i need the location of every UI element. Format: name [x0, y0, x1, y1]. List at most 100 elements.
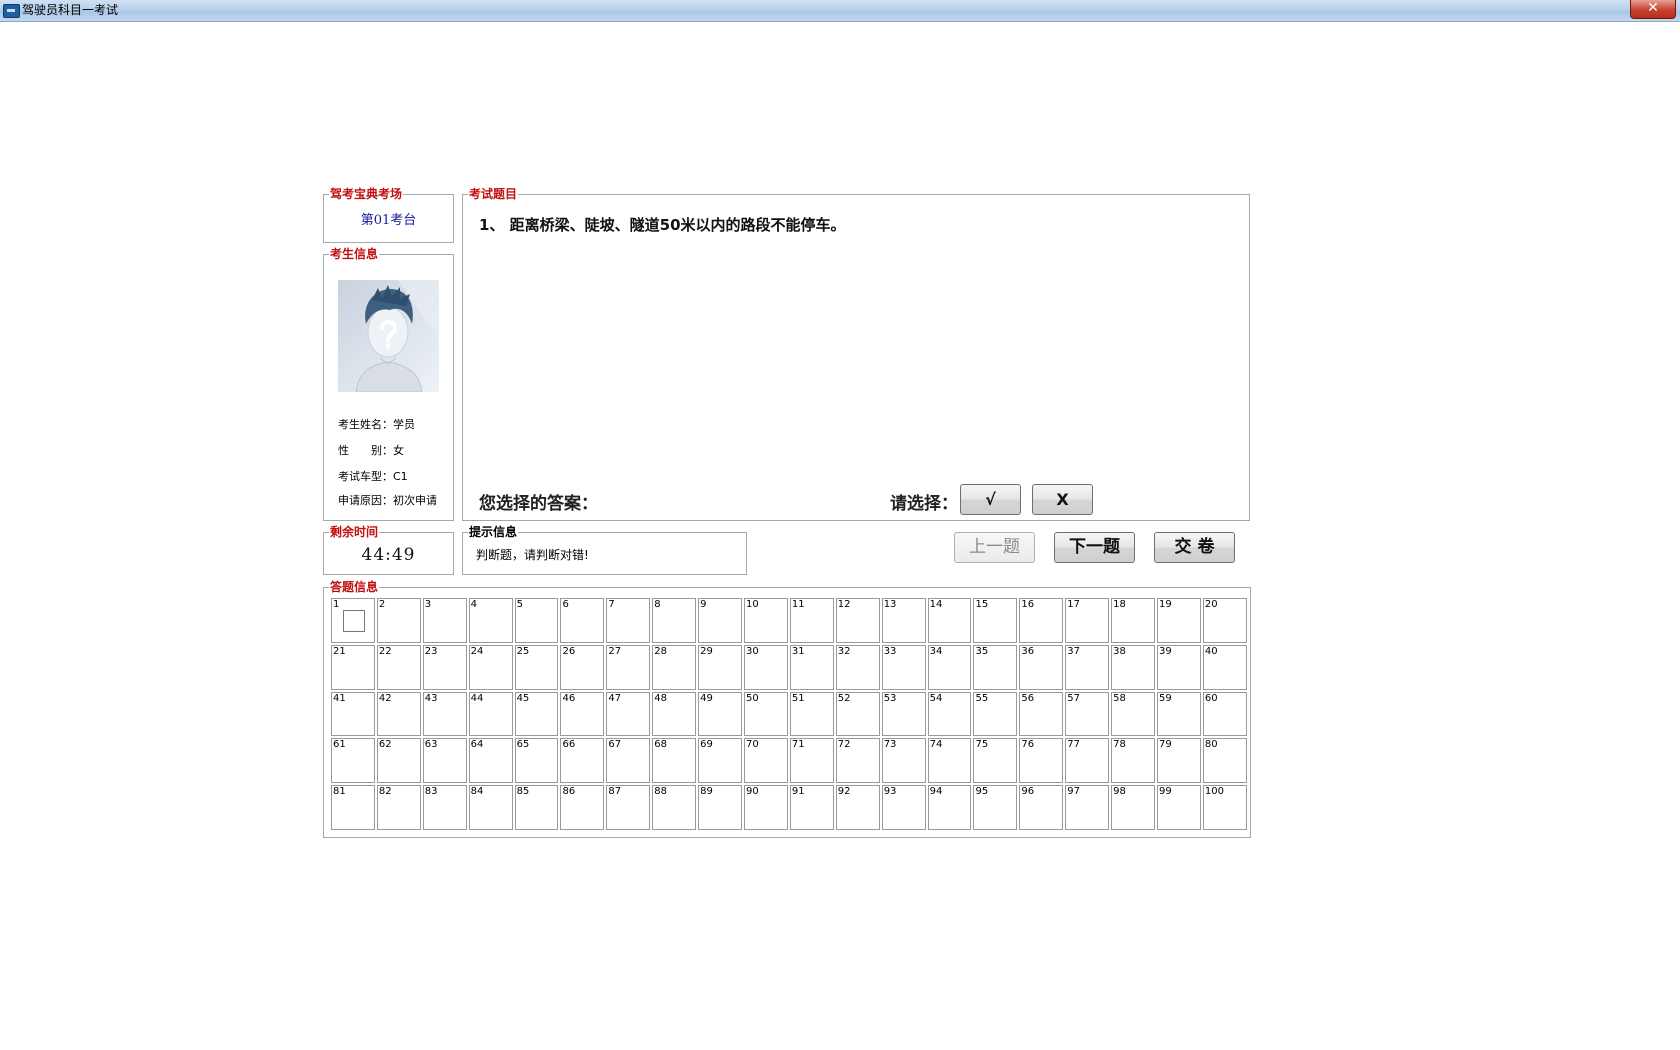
answer-cell-98[interactable]: 98: [1111, 785, 1156, 830]
answer-true-button[interactable]: √: [960, 484, 1021, 515]
answer-false-button[interactable]: X: [1032, 484, 1093, 515]
answer-cell-47[interactable]: 47: [606, 691, 651, 737]
answer-cell-93[interactable]: 93: [881, 785, 926, 830]
answer-cell-39[interactable]: 39: [1157, 644, 1201, 690]
answer-cell-14[interactable]: 14: [927, 598, 972, 643]
answer-cell-9[interactable]: 9: [698, 598, 743, 643]
answer-cell-63[interactable]: 63: [422, 738, 467, 784]
answer-cell-58[interactable]: 58: [1111, 691, 1156, 737]
answer-cell-45[interactable]: 45: [514, 691, 559, 737]
answer-cell-80[interactable]: 80: [1202, 738, 1247, 784]
answer-cell-61[interactable]: 61: [331, 738, 375, 784]
answer-cell-79[interactable]: 79: [1157, 738, 1201, 784]
answer-cell-40[interactable]: 40: [1202, 644, 1247, 690]
answer-cell-99[interactable]: 99: [1157, 785, 1201, 830]
answer-cell-96[interactable]: 96: [1019, 785, 1064, 830]
answer-cell-86[interactable]: 86: [560, 785, 605, 830]
answer-cell-17[interactable]: 17: [1065, 598, 1110, 643]
answer-cell-2[interactable]: 2: [376, 598, 421, 643]
answer-cell-35[interactable]: 35: [973, 644, 1018, 690]
answer-cell-77[interactable]: 77: [1065, 738, 1110, 784]
answer-cell-52[interactable]: 52: [835, 691, 880, 737]
answer-cell-27[interactable]: 27: [606, 644, 651, 690]
prev-question-button[interactable]: 上一题: [954, 532, 1035, 563]
answer-cell-70[interactable]: 70: [744, 738, 788, 784]
answer-cell-50[interactable]: 50: [744, 691, 788, 737]
answer-cell-100[interactable]: 100: [1202, 785, 1247, 830]
answer-cell-64[interactable]: 64: [468, 738, 513, 784]
answer-cell-78[interactable]: 78: [1111, 738, 1156, 784]
answer-cell-67[interactable]: 67: [606, 738, 651, 784]
answer-cell-81[interactable]: 81: [331, 785, 375, 830]
answer-cell-71[interactable]: 71: [789, 738, 834, 784]
answer-cell-89[interactable]: 89: [698, 785, 743, 830]
answer-cell-82[interactable]: 82: [376, 785, 421, 830]
submit-exam-button[interactable]: 交 卷: [1154, 532, 1235, 563]
answer-cell-85[interactable]: 85: [514, 785, 559, 830]
answer-cell-43[interactable]: 43: [422, 691, 467, 737]
answer-cell-30[interactable]: 30: [744, 644, 788, 690]
answer-cell-33[interactable]: 33: [881, 644, 926, 690]
answer-cell-53[interactable]: 53: [881, 691, 926, 737]
answer-cell-95[interactable]: 95: [973, 785, 1018, 830]
answer-cell-22[interactable]: 22: [376, 644, 421, 690]
answer-cell-74[interactable]: 74: [927, 738, 972, 784]
answer-cell-5[interactable]: 5: [514, 598, 559, 643]
answer-cell-18[interactable]: 18: [1111, 598, 1156, 643]
answer-cell-49[interactable]: 49: [698, 691, 743, 737]
answer-cell-60[interactable]: 60: [1202, 691, 1247, 737]
answer-cell-44[interactable]: 44: [468, 691, 513, 737]
answer-cell-51[interactable]: 51: [789, 691, 834, 737]
close-button[interactable]: ✕: [1630, 0, 1676, 19]
answer-cell-92[interactable]: 92: [835, 785, 880, 830]
answer-cell-6[interactable]: 6: [560, 598, 605, 643]
answer-cell-36[interactable]: 36: [1019, 644, 1064, 690]
answer-cell-56[interactable]: 56: [1019, 691, 1064, 737]
answer-cell-15[interactable]: 15: [973, 598, 1018, 643]
answer-cell-97[interactable]: 97: [1065, 785, 1110, 830]
next-question-button[interactable]: 下一题: [1054, 532, 1135, 563]
answer-cell-69[interactable]: 69: [698, 738, 743, 784]
answer-cell-55[interactable]: 55: [973, 691, 1018, 737]
answer-cell-76[interactable]: 76: [1019, 738, 1064, 784]
answer-cell-88[interactable]: 88: [652, 785, 697, 830]
answer-cell-19[interactable]: 19: [1157, 598, 1201, 643]
answer-cell-21[interactable]: 21: [331, 644, 375, 690]
answer-cell-48[interactable]: 48: [652, 691, 697, 737]
answer-cell-8[interactable]: 8: [652, 598, 697, 643]
answer-cell-13[interactable]: 13: [881, 598, 926, 643]
answer-cell-72[interactable]: 72: [835, 738, 880, 784]
answer-cell-38[interactable]: 38: [1111, 644, 1156, 690]
answer-cell-68[interactable]: 68: [652, 738, 697, 784]
answer-cell-75[interactable]: 75: [973, 738, 1018, 784]
answer-cell-65[interactable]: 65: [514, 738, 559, 784]
answer-cell-28[interactable]: 28: [652, 644, 697, 690]
answer-cell-62[interactable]: 62: [376, 738, 421, 784]
answer-cell-23[interactable]: 23: [422, 644, 467, 690]
answer-cell-10[interactable]: 10: [744, 598, 788, 643]
answer-cell-4[interactable]: 4: [468, 598, 513, 643]
answer-cell-31[interactable]: 31: [789, 644, 834, 690]
answer-cell-7[interactable]: 7: [606, 598, 651, 643]
answer-cell-37[interactable]: 37: [1065, 644, 1110, 690]
answer-cell-16[interactable]: 16: [1019, 598, 1064, 643]
answer-cell-29[interactable]: 29: [698, 644, 743, 690]
answer-cell-1[interactable]: 1: [331, 598, 375, 643]
answer-cell-24[interactable]: 24: [468, 644, 513, 690]
answer-cell-41[interactable]: 41: [331, 691, 375, 737]
answer-cell-54[interactable]: 54: [927, 691, 972, 737]
answer-cell-26[interactable]: 26: [560, 644, 605, 690]
answer-cell-42[interactable]: 42: [376, 691, 421, 737]
answer-cell-91[interactable]: 91: [789, 785, 834, 830]
answer-cell-3[interactable]: 3: [422, 598, 467, 643]
answer-cell-57[interactable]: 57: [1065, 691, 1110, 737]
answer-cell-94[interactable]: 94: [927, 785, 972, 830]
answer-cell-83[interactable]: 83: [422, 785, 467, 830]
answer-cell-46[interactable]: 46: [560, 691, 605, 737]
answer-cell-32[interactable]: 32: [835, 644, 880, 690]
answer-cell-12[interactable]: 12: [835, 598, 880, 643]
answer-cell-20[interactable]: 20: [1202, 598, 1247, 643]
answer-cell-73[interactable]: 73: [881, 738, 926, 784]
answer-cell-59[interactable]: 59: [1157, 691, 1201, 737]
answer-cell-25[interactable]: 25: [514, 644, 559, 690]
